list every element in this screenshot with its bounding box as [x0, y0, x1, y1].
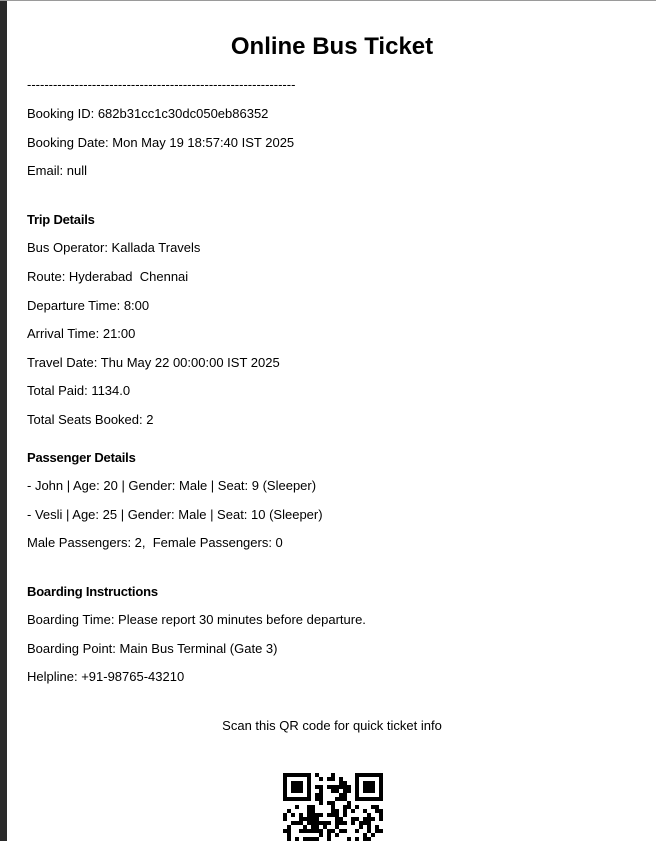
bus-operator: Bus Operator: Kallada Travels: [27, 240, 201, 255]
boarding-instructions-heading: Boarding Instructions: [27, 584, 158, 599]
passenger-details-heading: Passenger Details: [27, 450, 136, 465]
helpline: Helpline: +91-98765-43210: [27, 669, 185, 684]
qr-caption: Scan this QR code for quick ticket info: [222, 718, 442, 733]
viewer-left-rail: [0, 0, 7, 841]
departure-time: Departure Time: 8:00: [27, 298, 150, 313]
boarding-point: Boarding Point: Main Bus Terminal (Gate …: [27, 641, 278, 656]
boarding-time: Boarding Time: Please report 30 minutes …: [27, 612, 366, 627]
qr-code-icon: [283, 773, 383, 841]
booking-date: Booking Date: Mon May 19 18:57:40 IST 20…: [27, 135, 295, 150]
total-paid: Total Paid: 1134.0: [27, 383, 131, 398]
passenger-summary: Male Passengers: 2, Female Passengers: 0: [27, 535, 283, 550]
email: Email: null: [27, 163, 87, 178]
arrival-time: Arrival Time: 21:00: [27, 326, 136, 341]
passenger-row: - Vesli | Age: 25 | Gender: Male | Seat:…: [27, 507, 323, 522]
separator-line: ----------------------------------------…: [27, 77, 296, 92]
travel-date: Travel Date: Thu May 22 00:00:00 IST 202…: [27, 355, 280, 370]
total-seats: Total Seats Booked: 2: [27, 412, 154, 427]
trip-details-heading: Trip Details: [27, 212, 95, 227]
page-top-border: [0, 0, 656, 1]
passenger-row: - John | Age: 20 | Gender: Male | Seat: …: [27, 478, 317, 493]
route: Route: Hyderabad Chennai: [27, 269, 189, 284]
page-title: Online Bus Ticket: [230, 33, 434, 60]
booking-id: Booking ID: 682b31cc1c30dc050eb86352: [27, 106, 269, 121]
